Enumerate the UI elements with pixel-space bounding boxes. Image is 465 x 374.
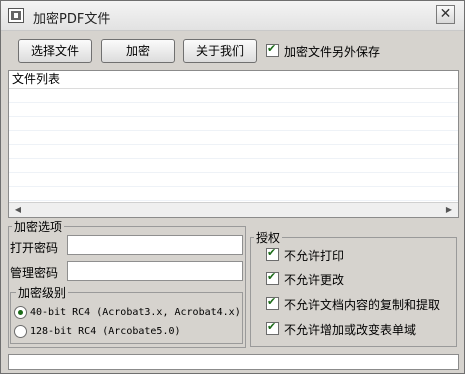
encrypt-button[interactable]: 加密 bbox=[101, 39, 175, 63]
level-40bit-radio[interactable] bbox=[14, 306, 27, 319]
close-icon: ✕ bbox=[439, 6, 452, 22]
file-list[interactable]: 文件列表 ◀ ▶ bbox=[8, 70, 459, 218]
no-modify-checkbox[interactable] bbox=[266, 270, 279, 285]
file-list-header: 文件列表 bbox=[9, 71, 458, 89]
select-file-button[interactable]: 选择文件 bbox=[18, 39, 92, 63]
permissions-title: 授权 bbox=[254, 229, 283, 246]
open-password-label: 打开密码 bbox=[10, 241, 59, 255]
about-us-button[interactable]: 关于我们 bbox=[183, 39, 257, 63]
pdf-app-icon bbox=[8, 8, 24, 23]
no-form-fields-checkbox[interactable] bbox=[266, 320, 279, 335]
manage-password-field[interactable] bbox=[67, 261, 243, 281]
scroll-right-icon[interactable]: ▶ bbox=[442, 204, 456, 216]
encryption-options-title: 加密选项 bbox=[12, 218, 65, 235]
close-button[interactable]: ✕ bbox=[436, 5, 455, 24]
level-128bit-radio[interactable] bbox=[14, 325, 27, 338]
open-password-field[interactable] bbox=[67, 235, 243, 255]
window-title: 加密PDF文件 bbox=[33, 12, 111, 27]
level-128bit-label: 128-bit RC4 (Arcobate5.0) bbox=[30, 326, 181, 337]
level-40bit-label: 40-bit RC4 (Acrobat3.x, Acrobat4.x) bbox=[30, 307, 241, 318]
scroll-left-icon[interactable]: ◀ bbox=[11, 204, 25, 216]
manage-password-label: 管理密码 bbox=[10, 266, 59, 280]
no-copy-checkbox[interactable] bbox=[266, 295, 279, 310]
no-print-checkbox[interactable] bbox=[266, 246, 279, 261]
no-print-label: 不允许打印 bbox=[284, 249, 345, 263]
file-list-rows[interactable] bbox=[9, 89, 458, 201]
save-separately-checkbox[interactable] bbox=[266, 42, 279, 57]
no-copy-label: 不允许文档内容的复制和提取 bbox=[284, 298, 441, 312]
title-bar[interactable]: 加密PDF文件 ✕ bbox=[1, 1, 464, 31]
status-bar bbox=[8, 354, 459, 370]
no-form-fields-label: 不允许增加或改变表单域 bbox=[284, 323, 417, 337]
no-modify-label: 不允许更改 bbox=[284, 273, 345, 287]
encryption-level-title: 加密级别 bbox=[16, 284, 69, 301]
main-window: 加密PDF文件 ✕ 选择文件 加密 关于我们 加密文件另外保存 文件列表 ◀ ▶… bbox=[0, 0, 465, 374]
save-separately-label: 加密文件另外保存 bbox=[284, 45, 381, 59]
horizontal-scrollbar[interactable]: ◀ ▶ bbox=[9, 202, 458, 217]
